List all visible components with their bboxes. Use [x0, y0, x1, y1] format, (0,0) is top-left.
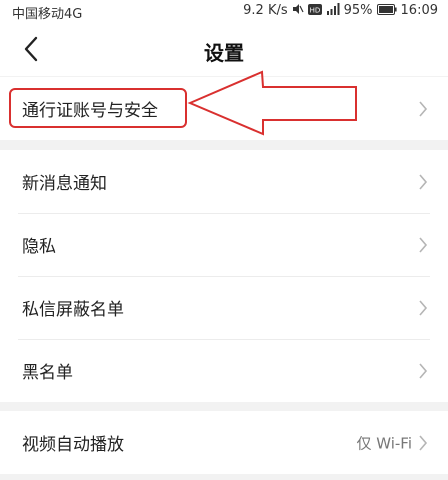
annotation-arrow [187, 70, 357, 136]
